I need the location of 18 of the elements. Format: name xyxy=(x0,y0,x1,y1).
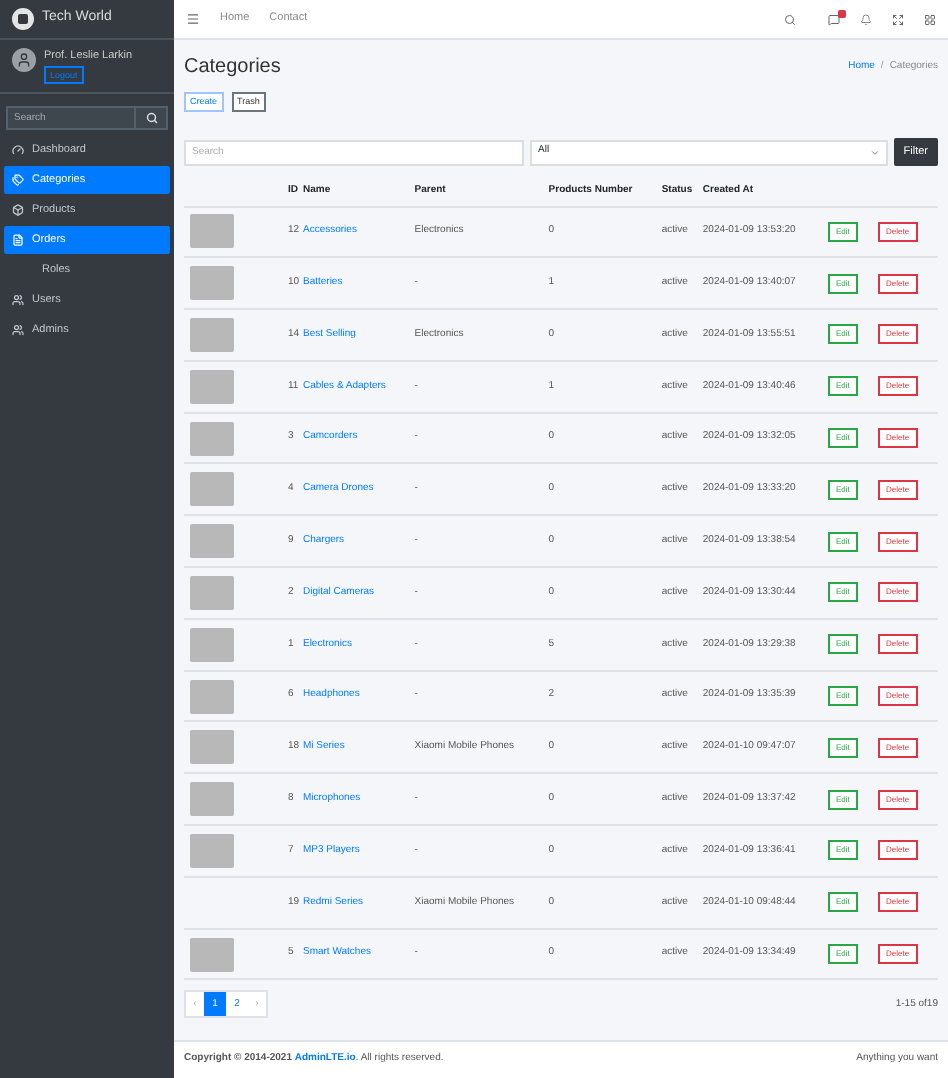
search-icon[interactable] xyxy=(784,13,796,25)
menu-icon[interactable] xyxy=(186,12,200,26)
chevron-icon xyxy=(869,147,880,157)
users-icon xyxy=(12,324,24,337)
search-button[interactable] xyxy=(136,106,168,131)
logo-icon xyxy=(12,8,34,30)
box-icon xyxy=(12,204,24,217)
chat-icon[interactable] xyxy=(828,13,840,25)
gauge-icon xyxy=(12,144,24,157)
page-title: Categories xyxy=(184,54,281,82)
avatar-icon xyxy=(12,48,36,72)
grid-icon[interactable] xyxy=(924,13,936,25)
search-icon xyxy=(145,112,157,125)
notification-badge xyxy=(838,9,846,17)
document-icon xyxy=(12,234,24,247)
users-icon xyxy=(12,294,24,307)
bell-icon[interactable] xyxy=(860,13,872,25)
tag-icon xyxy=(12,174,24,187)
